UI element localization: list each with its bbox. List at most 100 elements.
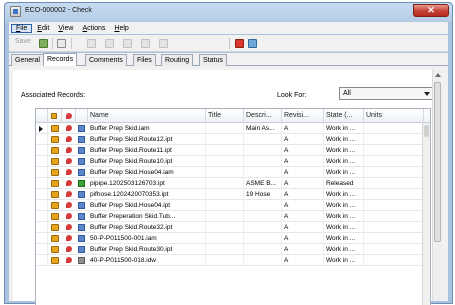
table-row[interactable]: Buffer Prep Skid.Hose04.ipt A Work in ... [36, 200, 430, 211]
menu-edit[interactable]: Edit [33, 25, 53, 32]
cell-title [206, 145, 244, 156]
tab-files[interactable]: Files [133, 54, 156, 66]
check-icon[interactable] [248, 39, 257, 48]
row-indicator [36, 255, 48, 266]
cell-description [244, 255, 282, 266]
tab-status[interactable]: Status [199, 54, 227, 66]
cell-revision: A [282, 244, 324, 255]
table-row[interactable]: Buffer Prep Skid.Route12.ipt A Work in ... [36, 134, 430, 145]
file-type-icon [78, 147, 85, 154]
disabled-tool-icon[interactable] [159, 39, 168, 48]
table-row[interactable]: Buffer Prep Skid.Route30.ipt A Work in ... [36, 244, 430, 255]
table-row[interactable]: Buffer Preperation Skid.Tub... A Work in .… [36, 211, 430, 222]
cell-units [364, 189, 424, 200]
header-select-column[interactable] [76, 109, 88, 123]
scroll-up-icon[interactable] [435, 73, 441, 77]
lock-icon [51, 158, 59, 165]
table-row[interactable]: Buffer Prep Skid.iam Main As... A Work in .… [36, 123, 430, 134]
row-indicator [36, 123, 48, 134]
cell-units [364, 123, 424, 134]
disabled-tool-icon[interactable] [123, 39, 132, 48]
header-name[interactable]: Name [88, 109, 206, 123]
cell-units [364, 156, 424, 167]
pin-icon [66, 202, 72, 208]
tab-comments[interactable]: Comments [85, 54, 127, 66]
header-description[interactable]: Descri... [244, 109, 282, 123]
tab-general[interactable]: General [11, 54, 44, 66]
pin-icon [66, 169, 72, 175]
cell-units [364, 255, 424, 266]
cell-title [206, 123, 244, 134]
refresh-icon[interactable] [39, 39, 48, 48]
row-indicator [36, 222, 48, 233]
records-grid: Name Title Descri... Revisi... State (..… [35, 108, 431, 305]
cell-description [244, 145, 282, 156]
look-for-dropdown[interactable]: All [339, 87, 433, 100]
table-row[interactable]: pipipe.1202503126703.ipt ASME B... A Releas… [36, 178, 430, 189]
header-revision[interactable]: Revisi... [282, 109, 324, 123]
grid-scroll-thumb[interactable] [424, 125, 429, 137]
menu-view[interactable]: View [54, 25, 77, 32]
title-bar[interactable]: ECO-000002 - Check ✕ [5, 3, 452, 20]
delete-icon[interactable] [235, 39, 244, 48]
header-pin-column[interactable] [62, 109, 76, 123]
lock-icon [51, 113, 57, 119]
grid-scrollbar[interactable] [422, 123, 430, 305]
cell-state: Work in ... [324, 244, 364, 255]
table-row[interactable]: Buffer Prep Skid.Route11.ipt A Work in ... [36, 145, 430, 156]
header-lock-column[interactable] [48, 109, 62, 123]
records-content: Associated Records: Look For: All Name T… [13, 70, 442, 305]
table-row[interactable]: Buffer Prep Skid.Hose04.iam A Work in ... [36, 167, 430, 178]
table-row[interactable]: 40-P-P011500-018.idw A Work in ... [36, 255, 430, 266]
app-window: ECO-000002 - Check ✕ File Edit View Acti… [4, 2, 453, 305]
row-indicator [36, 156, 48, 167]
panel-scrollbar[interactable] [432, 70, 442, 301]
row-indicator [36, 244, 48, 255]
table-row[interactable]: Buffer Prep Skid.Route10.ipt A Work in ... [36, 156, 430, 167]
header-state[interactable]: State (... [324, 109, 364, 123]
disabled-tool-icon[interactable] [87, 39, 96, 48]
cell-state: Work in ... [324, 233, 364, 244]
menu-file[interactable]: File [11, 23, 33, 33]
pin-icon [66, 257, 72, 263]
lock-icon [51, 136, 59, 143]
cell-description [244, 167, 282, 178]
tab-routing[interactable]: Routing [161, 54, 194, 66]
cell-state: Work in ... [324, 211, 364, 222]
lock-icon [51, 202, 59, 209]
pin-icon [66, 113, 72, 119]
table-row[interactable]: 50-P-P011500-001.iam A Work in ... [36, 233, 430, 244]
table-row[interactable]: Buffer Prep Skid.Route32.ipt A Work in ... [36, 222, 430, 233]
cell-name: Buffer Prep Skid.iam [88, 123, 206, 134]
disabled-tool-icon[interactable] [141, 39, 150, 48]
menu-actions[interactable]: Actions [78, 25, 109, 32]
lock-icon [51, 235, 59, 242]
print-icon[interactable] [57, 39, 66, 48]
file-type-icon [78, 191, 85, 198]
row-indicator [36, 167, 48, 178]
menu-help[interactable]: Help [110, 25, 132, 32]
table-row[interactable]: pifhose.1202420070353.ipt 19 Hose A Work in… [36, 189, 430, 200]
panel-scroll-thumb[interactable] [434, 82, 441, 242]
tab-records[interactable]: Records [43, 53, 78, 66]
disabled-tool-icon[interactable] [105, 39, 114, 48]
lock-icon [51, 191, 59, 198]
cell-state: Work in ... [324, 255, 364, 266]
cell-units [364, 134, 424, 145]
cell-revision: A [282, 222, 324, 233]
close-button[interactable]: ✕ [413, 4, 449, 17]
header-units[interactable]: Units [364, 109, 424, 123]
cell-name: Buffer Preperation Skid.Tub... [88, 211, 206, 222]
header-title[interactable]: Title [206, 109, 244, 123]
cell-state: Work in ... [324, 134, 364, 145]
cell-title [206, 233, 244, 244]
pin-icon [66, 147, 72, 153]
toolbar-separator [71, 38, 72, 49]
cell-description [244, 211, 282, 222]
cell-title [206, 255, 244, 266]
save-button[interactable]: Save [15, 38, 31, 49]
cell-state: Work in ... [324, 189, 364, 200]
file-type-icon [78, 158, 85, 165]
file-type-icon [78, 224, 85, 231]
associated-records-label: Associated Records: [21, 92, 86, 99]
